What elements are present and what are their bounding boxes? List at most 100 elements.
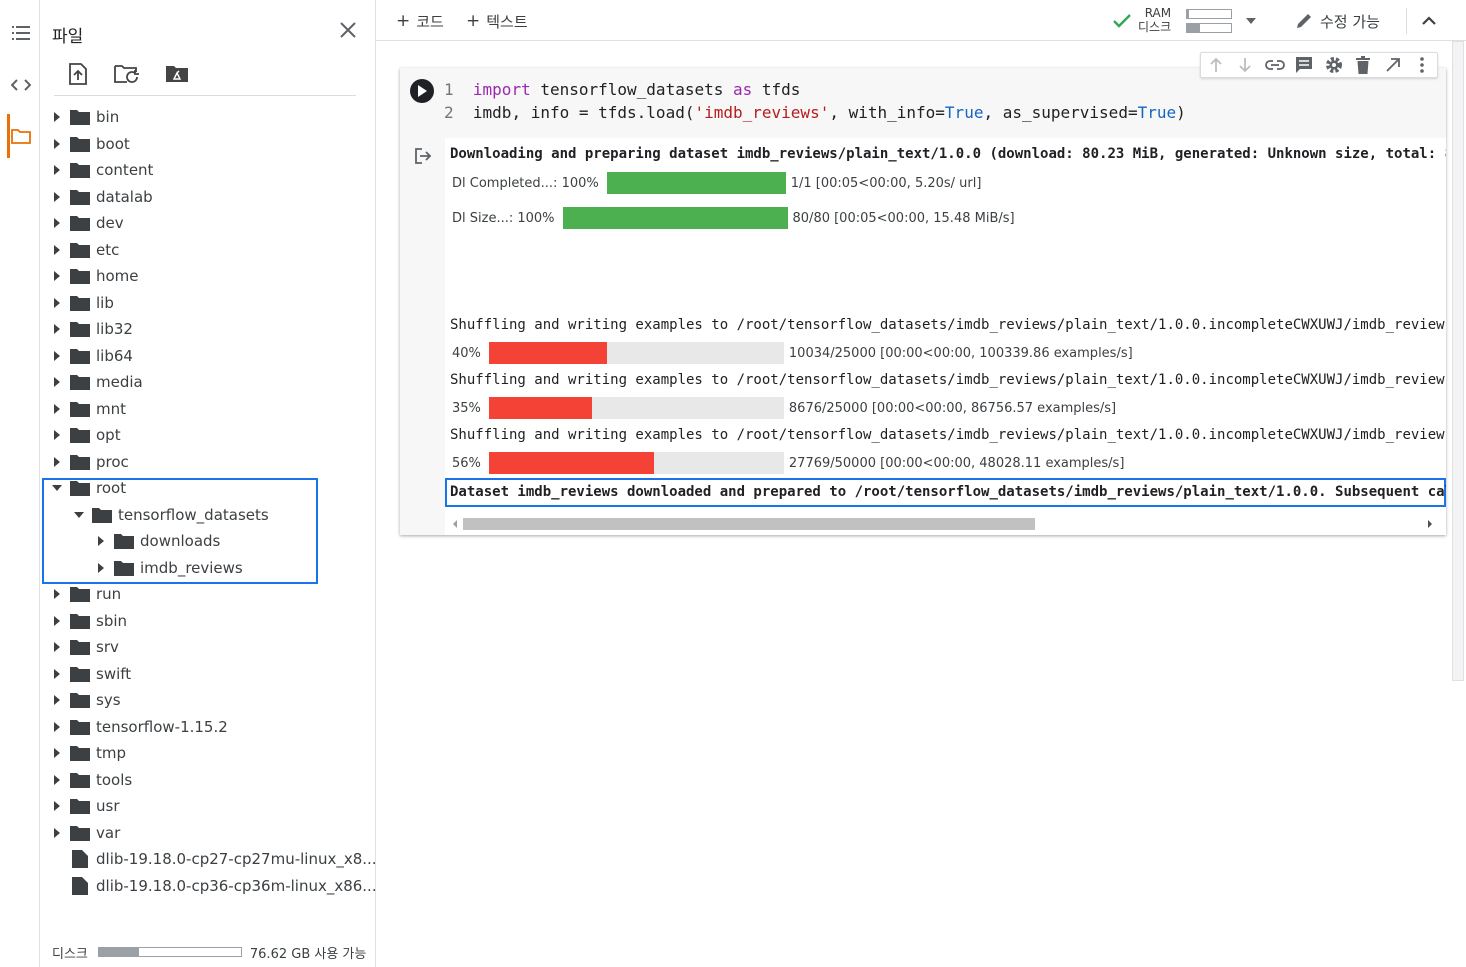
final-output-line[interactable]: Dataset imdb_reviews downloaded and prep… — [445, 478, 1446, 507]
code-snippets-icon[interactable] — [8, 72, 34, 98]
add-text-button[interactable]: + 텍스트 — [466, 10, 528, 32]
shuffle-line-train: Shuffling and writing examples to /root/… — [450, 317, 1446, 333]
play-icon — [418, 85, 427, 97]
cell-toolbar — [1200, 52, 1438, 78]
folder-item[interactable]: content — [40, 157, 153, 183]
folder-icon — [70, 693, 90, 708]
toc-icon[interactable] — [8, 20, 34, 46]
folder-icon — [70, 613, 90, 629]
mount-drive-icon[interactable] — [164, 61, 190, 87]
files-icon[interactable] — [8, 123, 34, 149]
file-item[interactable]: dlib-19.18.0-cp27-cp27mu-linux_x8... — [40, 846, 377, 872]
folder-item[interactable]: swift — [40, 661, 131, 687]
folder-item[interactable]: srv — [40, 634, 119, 660]
move-up-icon[interactable] — [1201, 53, 1231, 77]
folder-item[interactable]: usr — [40, 793, 120, 819]
line-number: 2 — [444, 103, 454, 122]
cell-output: Downloading and preparing dataset imdb_r… — [445, 138, 1446, 535]
caret-right-icon[interactable] — [50, 269, 64, 283]
add-code-button[interactable]: + 코드 — [396, 10, 444, 32]
folder-item[interactable]: lib32 — [40, 316, 133, 342]
caret-right-icon[interactable] — [50, 137, 64, 151]
caret-right-icon[interactable] — [50, 190, 64, 204]
link-icon[interactable] — [1260, 53, 1290, 77]
caret-right-icon[interactable] — [50, 428, 64, 442]
caret-right-icon[interactable] — [50, 640, 64, 654]
caret-right-icon[interactable] — [50, 402, 64, 416]
close-icon[interactable] — [336, 18, 360, 42]
folder-item[interactable]: home — [40, 263, 139, 289]
folder-item[interactable]: media — [40, 369, 143, 395]
progress-track — [606, 172, 786, 194]
folder-icon — [70, 322, 90, 337]
gear-icon[interactable] — [1319, 53, 1349, 77]
folder-icon — [70, 825, 90, 841]
scroll-left-icon[interactable] — [451, 519, 459, 529]
caret-right-icon[interactable] — [50, 216, 64, 230]
horizontal-scrollbar-thumb[interactable] — [463, 518, 1035, 530]
resource-labels[interactable]: RAM 디스크 — [1138, 6, 1171, 34]
caret-right-icon[interactable] — [50, 720, 64, 734]
caret-right-icon[interactable] — [50, 163, 64, 177]
folder-item[interactable]: sys — [40, 687, 121, 713]
caret-right-icon[interactable] — [50, 375, 64, 389]
caret-right-icon[interactable] — [50, 322, 64, 336]
caret-right-icon[interactable] — [50, 773, 64, 787]
folder-item[interactable]: dev — [40, 210, 124, 236]
caret-right-icon[interactable] — [50, 587, 64, 601]
folder-item[interactable]: tensorflow-1.15.2 — [40, 714, 228, 740]
folder-item[interactable]: lib — [40, 290, 114, 316]
tree-item-label: swift — [96, 664, 132, 683]
folder-item[interactable]: proc — [40, 449, 129, 475]
edit-mode-button[interactable]: 수정 가능 — [1294, 9, 1380, 33]
caret-right-icon[interactable] — [50, 455, 64, 469]
tree-item-label: lib32 — [96, 320, 133, 338]
folder-item[interactable]: tmp — [40, 740, 126, 766]
vertical-scrollbar-thumb[interactable] — [1452, 41, 1464, 681]
folder-item[interactable]: sbin — [40, 608, 127, 634]
chevron-up-icon[interactable] — [1420, 12, 1438, 30]
comment-icon[interactable] — [1290, 53, 1320, 77]
code-token: tensorflow_datasets — [530, 80, 733, 99]
folder-item[interactable]: datalab — [40, 184, 153, 210]
caret-right-icon[interactable] — [50, 746, 64, 760]
folder-item[interactable]: opt — [40, 422, 121, 448]
chevron-down-icon[interactable] — [1244, 16, 1258, 26]
folder-icon — [70, 746, 90, 761]
scroll-right-icon[interactable] — [1426, 519, 1434, 529]
caret-right-icon[interactable] — [50, 614, 64, 628]
upload-icon[interactable] — [65, 61, 91, 87]
folder-item[interactable]: boot — [40, 131, 130, 157]
refresh-folder-icon[interactable] — [114, 61, 140, 87]
folder-item[interactable]: mnt — [40, 396, 126, 422]
folder-item[interactable]: run — [40, 581, 121, 607]
horizontal-scrollbar[interactable] — [447, 516, 1444, 532]
output-clear-icon[interactable] — [413, 146, 433, 166]
caret-right-icon[interactable] — [50, 826, 64, 840]
progress-fill — [488, 342, 607, 364]
run-cell-button[interactable] — [410, 79, 434, 103]
caret-right-icon[interactable] — [50, 799, 64, 813]
code-token: ) — [1176, 103, 1186, 122]
caret-right-icon[interactable] — [50, 349, 64, 363]
caret-right-icon[interactable] — [50, 243, 64, 257]
more-vert-icon[interactable] — [1408, 53, 1438, 77]
folder-item[interactable]: var — [40, 820, 120, 846]
caret-right-icon[interactable] — [50, 667, 64, 681]
caret-right-icon[interactable] — [50, 110, 64, 124]
file-item[interactable]: dlib-19.18.0-cp36-cp36m-linux_x86... — [40, 873, 377, 899]
folder-item[interactable]: etc — [40, 237, 119, 263]
caret-right-icon[interactable] — [50, 296, 64, 310]
open-in-new-icon[interactable] — [1378, 53, 1408, 77]
folder-item[interactable]: tools — [40, 767, 132, 793]
move-down-icon[interactable] — [1231, 53, 1261, 77]
folder-item[interactable]: lib64 — [40, 343, 133, 369]
folder-item[interactable]: bin — [40, 104, 119, 130]
code-token: 'imdb_reviews' — [694, 103, 830, 122]
code-editor[interactable]: 1 import tensorflow_datasets as tfds 2 im… — [444, 78, 1186, 124]
caret-right-icon[interactable] — [50, 693, 64, 707]
progress-fill — [562, 207, 788, 229]
delete-icon[interactable] — [1349, 53, 1379, 77]
code-line: 1 import tensorflow_datasets as tfds — [444, 78, 1186, 101]
vertical-scrollbar[interactable] — [1450, 41, 1466, 967]
